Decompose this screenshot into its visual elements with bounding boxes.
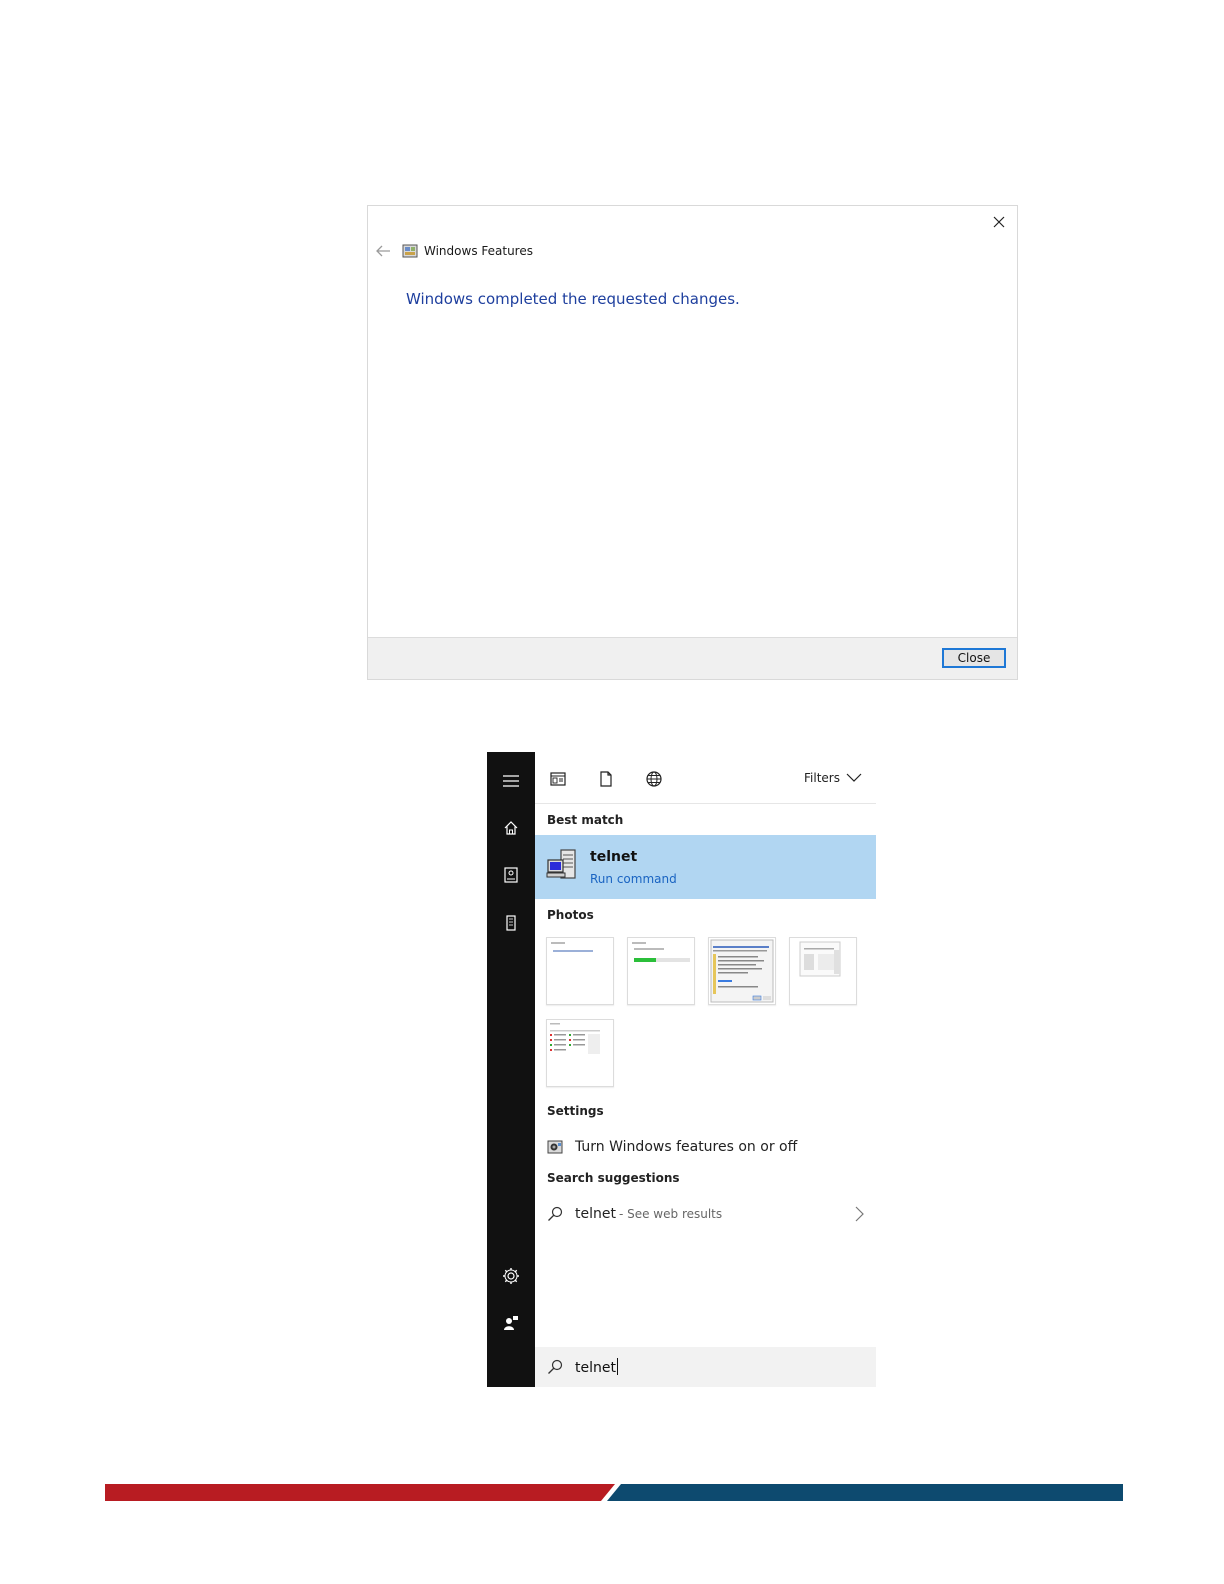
telnet-app-icon: [546, 849, 576, 879]
chevron-down-icon: [846, 773, 862, 782]
close-icon[interactable]: [987, 210, 1011, 234]
settings-result-label: Turn Windows features on or off: [575, 1139, 798, 1155]
best-match-header: Best match: [547, 813, 624, 827]
windows-features-icon: [547, 1140, 563, 1154]
settings-result-item[interactable]: Turn Windows features on or off: [547, 1137, 797, 1157]
chevron-right-icon[interactable]: [855, 1206, 865, 1222]
suggestion-hint: - See web results: [618, 1207, 723, 1221]
search-scope-bar: Filters: [535, 752, 876, 804]
settings-header: Settings: [547, 1104, 604, 1118]
photo-thumbnail[interactable]: [789, 937, 857, 1005]
dialog-title: Windows Features: [424, 244, 533, 258]
device-icon[interactable]: [499, 911, 523, 935]
photo-thumbnail[interactable]: [546, 1019, 614, 1087]
windows-features-icon: [402, 244, 418, 258]
search-icon: [548, 1206, 563, 1221]
search-query-text: telnet: [575, 1360, 616, 1376]
home-icon[interactable]: [499, 816, 523, 840]
text-caret: [616, 1358, 618, 1375]
close-button[interactable]: Close: [942, 648, 1006, 668]
web-suggestion-item[interactable]: telnet - See web results: [547, 1204, 865, 1224]
search-icon: [548, 1359, 563, 1374]
notebook-icon[interactable]: [499, 863, 523, 887]
photo-thumbnail[interactable]: [708, 937, 776, 1005]
hamburger-menu-icon[interactable]: [499, 769, 523, 793]
photos-header: Photos: [547, 908, 594, 922]
search-input[interactable]: telnet: [575, 1358, 618, 1376]
filters-label: Filters: [804, 771, 840, 785]
dialog-header: Windows Features: [374, 241, 533, 261]
start-search-panel: Filters Best match telnet Run command Ph…: [487, 752, 876, 1387]
feedback-person-icon[interactable]: [499, 1311, 523, 1335]
photo-thumbnail[interactable]: [627, 937, 695, 1005]
web-globe-icon[interactable]: [643, 769, 665, 789]
left-rail: [487, 752, 535, 1387]
dialog-footer: Close: [368, 637, 1017, 679]
best-match-subtitle: Run command: [590, 872, 677, 886]
best-match-name: telnet: [590, 849, 638, 865]
search-suggestions-header: Search suggestions: [547, 1171, 680, 1185]
completion-message: Windows completed the requested changes.: [406, 290, 740, 308]
filters-dropdown[interactable]: Filters: [804, 771, 862, 785]
footer-brand-stripe: [105, 1484, 1123, 1501]
back-arrow-icon[interactable]: [374, 244, 392, 258]
apps-icon[interactable]: [547, 769, 569, 789]
suggestion-term: telnet: [575, 1206, 616, 1222]
photo-thumbnail[interactable]: [546, 937, 614, 1005]
search-box[interactable]: telnet: [535, 1347, 876, 1387]
search-results: Filters Best match telnet Run command Ph…: [535, 752, 876, 1387]
best-match-item[interactable]: telnet Run command: [535, 835, 876, 899]
documents-icon[interactable]: [595, 769, 617, 789]
settings-gear-icon[interactable]: [499, 1264, 523, 1288]
windows-features-dialog: Windows Features Windows completed the r…: [367, 205, 1018, 680]
